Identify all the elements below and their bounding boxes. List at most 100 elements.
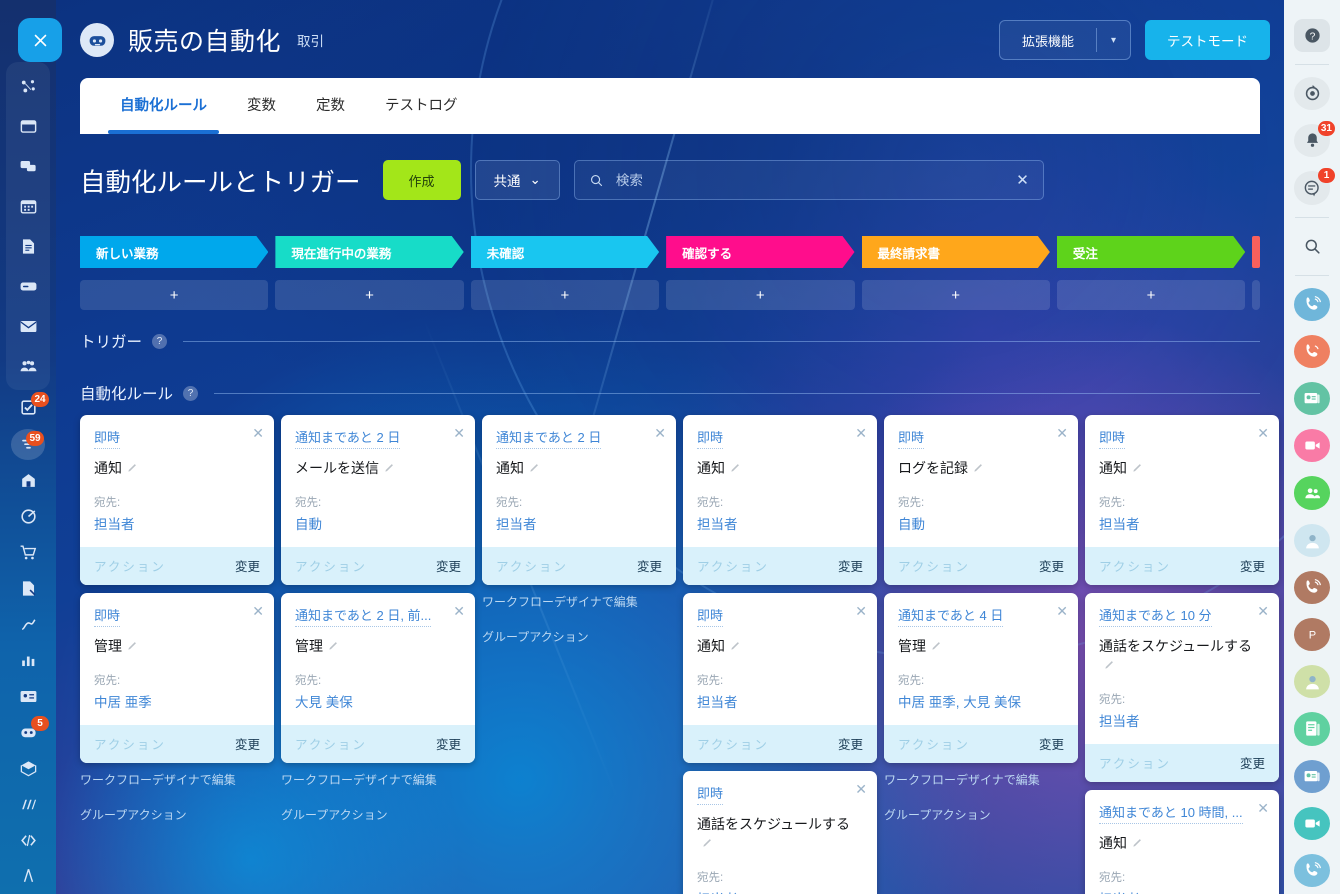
pipeline-stage-5[interactable]: 受注 (1057, 236, 1245, 268)
automation-rule-card[interactable]: ✕通知まであと 10 分通話をスケジュールする宛先:担当者アクション変更 (1085, 593, 1279, 782)
add-rule-button-3[interactable]: + (666, 280, 854, 310)
pipeline-stage-3[interactable]: 確認する (666, 236, 854, 268)
tab-3[interactable]: テストログ (365, 78, 478, 134)
sidebar-item-filter[interactable]: 59 (11, 429, 45, 460)
right-sidebar-item-profile-p[interactable]: P (1294, 618, 1330, 651)
pencil-icon[interactable] (529, 459, 540, 470)
automation-rule-card[interactable]: ✕即時通知宛先:担当者アクション変更 (683, 593, 877, 763)
close-icon[interactable]: ✕ (855, 425, 867, 442)
sidebar-item-signature-doc[interactable] (6, 570, 50, 606)
rule-trigger-when[interactable]: 即時 (898, 427, 924, 449)
close-icon[interactable]: ✕ (654, 425, 666, 442)
sidebar-item-contact-card[interactable] (6, 678, 50, 714)
change-button[interactable]: 変更 (1039, 556, 1064, 575)
tab-2[interactable]: 定数 (296, 78, 365, 134)
close-icon[interactable]: ✕ (1257, 603, 1269, 620)
test-mode-button[interactable]: テストモード (1145, 20, 1270, 60)
recipient-value[interactable]: 担当者 (496, 513, 662, 533)
rule-trigger-when[interactable]: 通知まであと 10 時間, ... (1099, 802, 1243, 824)
recipient-value[interactable]: 中居 亜季, 大見 美保 (898, 691, 1064, 711)
add-rule-button-1[interactable]: + (275, 280, 463, 310)
right-sidebar-item-video[interactable] (1294, 807, 1330, 840)
sidebar-item-drawer[interactable] (6, 266, 50, 306)
create-button[interactable]: 作成 (383, 160, 461, 200)
change-button[interactable]: 変更 (235, 556, 260, 575)
recipient-value[interactable]: 大見 美保 (295, 691, 461, 711)
right-sidebar-item-video[interactable] (1294, 429, 1330, 462)
right-sidebar-item-avatar[interactable] (1294, 524, 1330, 557)
right-sidebar-item-call[interactable] (1294, 288, 1330, 321)
chevron-down-icon[interactable]: ▾ (1097, 35, 1130, 46)
sidebar-item-mail[interactable] (6, 306, 50, 346)
sidebar-item-person[interactable] (6, 858, 50, 894)
clear-search-icon[interactable]: ✕ (1016, 171, 1029, 189)
sidebar-item-code[interactable] (6, 822, 50, 858)
change-button[interactable]: 変更 (637, 556, 662, 575)
sidebar-item-cart[interactable] (6, 534, 50, 570)
sidebar-item-calendar[interactable] (6, 186, 50, 226)
recipient-value[interactable]: 担当者 (94, 513, 260, 533)
close-icon[interactable]: ✕ (252, 425, 264, 442)
right-sidebar-item-avatar[interactable] (1294, 665, 1330, 698)
automation-rule-card[interactable]: ✕即時ログを記録宛先:自動アクション変更 (884, 415, 1078, 585)
change-button[interactable]: 変更 (235, 734, 260, 753)
rule-trigger-when[interactable]: 即時 (697, 605, 723, 627)
pipeline-stage-0[interactable]: 新しい業務 (80, 236, 268, 268)
sidebar-item-inbox[interactable] (6, 106, 50, 146)
pencil-icon[interactable] (1104, 656, 1115, 667)
recipient-value[interactable]: 担当者 (1099, 710, 1265, 730)
automation-rule-card[interactable]: ✕通知まであと 2 日通知宛先:担当者アクション変更 (482, 415, 676, 585)
change-button[interactable]: 変更 (838, 734, 863, 753)
rule-trigger-when[interactable]: 即時 (94, 605, 120, 627)
change-button[interactable]: 変更 (1240, 753, 1265, 772)
workflow-designer-link[interactable]: ワークフローデザイナで編集 (884, 771, 1078, 788)
pencil-icon[interactable] (127, 459, 138, 470)
right-sidebar-item-history[interactable] (1294, 77, 1330, 110)
add-rule-button-0[interactable]: + (80, 280, 268, 310)
tab-0[interactable]: 自動化ルール (100, 78, 227, 134)
rule-trigger-when[interactable]: 通知まであと 2 日 (496, 427, 601, 449)
automation-rule-card[interactable]: ✕即時通知宛先:担当者アクション変更 (1085, 415, 1279, 585)
filter-select[interactable]: 共通 ⌄ (475, 160, 560, 200)
automation-rule-card[interactable]: ✕即時通知宛先:担当者アクション変更 (683, 415, 877, 585)
right-sidebar-item-invoice[interactable] (1294, 712, 1330, 745)
right-sidebar-item-group[interactable] (1294, 476, 1330, 509)
pencil-icon[interactable] (931, 637, 942, 648)
group-action-link[interactable]: グループアクション (884, 806, 1078, 823)
sidebar-item-tasks[interactable]: 24 (6, 390, 50, 426)
extensions-button[interactable]: 拡張機能 ▾ (999, 20, 1131, 60)
tab-1[interactable]: 変数 (227, 78, 296, 134)
sidebar-item-target[interactable] (6, 498, 50, 534)
pencil-icon[interactable] (730, 459, 741, 470)
close-icon[interactable]: ✕ (1257, 425, 1269, 442)
sidebar-item-box[interactable] (6, 750, 50, 786)
close-icon[interactable]: ✕ (252, 603, 264, 620)
automation-rule-card[interactable]: ✕通知まであと 4 日管理宛先:中居 亜季, 大見 美保アクション変更 (884, 593, 1078, 763)
rule-trigger-when[interactable]: 即時 (1099, 427, 1125, 449)
sidebar-item-network[interactable] (6, 66, 50, 106)
close-icon[interactable]: ✕ (453, 425, 465, 442)
automation-rule-card[interactable]: ✕即時通知宛先:担当者アクション変更 (80, 415, 274, 585)
right-sidebar-item-call[interactable] (1294, 854, 1330, 887)
recipient-value[interactable]: 担当者 (697, 888, 863, 894)
close-icon[interactable]: ✕ (855, 603, 867, 620)
pencil-icon[interactable] (973, 459, 984, 470)
change-button[interactable]: 変更 (1039, 734, 1064, 753)
right-sidebar-item-contact[interactable] (1294, 760, 1330, 793)
rule-trigger-when[interactable]: 即時 (94, 427, 120, 449)
right-sidebar-item-help[interactable]: ? (1294, 19, 1330, 52)
rule-trigger-when[interactable]: 通知まであと 2 日, 前... (295, 605, 431, 627)
workflow-designer-link[interactable]: ワークフローデザイナで編集 (482, 593, 676, 610)
rule-trigger-when[interactable]: 通知まであと 2 日 (295, 427, 400, 449)
pipeline-stage-2[interactable]: 未確認 (471, 236, 659, 268)
right-sidebar-item-search[interactable] (1294, 230, 1330, 263)
pencil-icon[interactable] (328, 637, 339, 648)
sidebar-item-bot[interactable]: 5 (6, 714, 50, 750)
close-button[interactable] (18, 18, 62, 62)
sidebar-item-analytics[interactable] (6, 642, 50, 678)
recipient-value[interactable]: 担当者 (1099, 513, 1265, 533)
pencil-icon[interactable] (127, 637, 138, 648)
add-rule-button-2[interactable]: + (471, 280, 659, 310)
add-rule-button-5[interactable]: + (1057, 280, 1245, 310)
recipient-value[interactable]: 担当者 (697, 513, 863, 533)
